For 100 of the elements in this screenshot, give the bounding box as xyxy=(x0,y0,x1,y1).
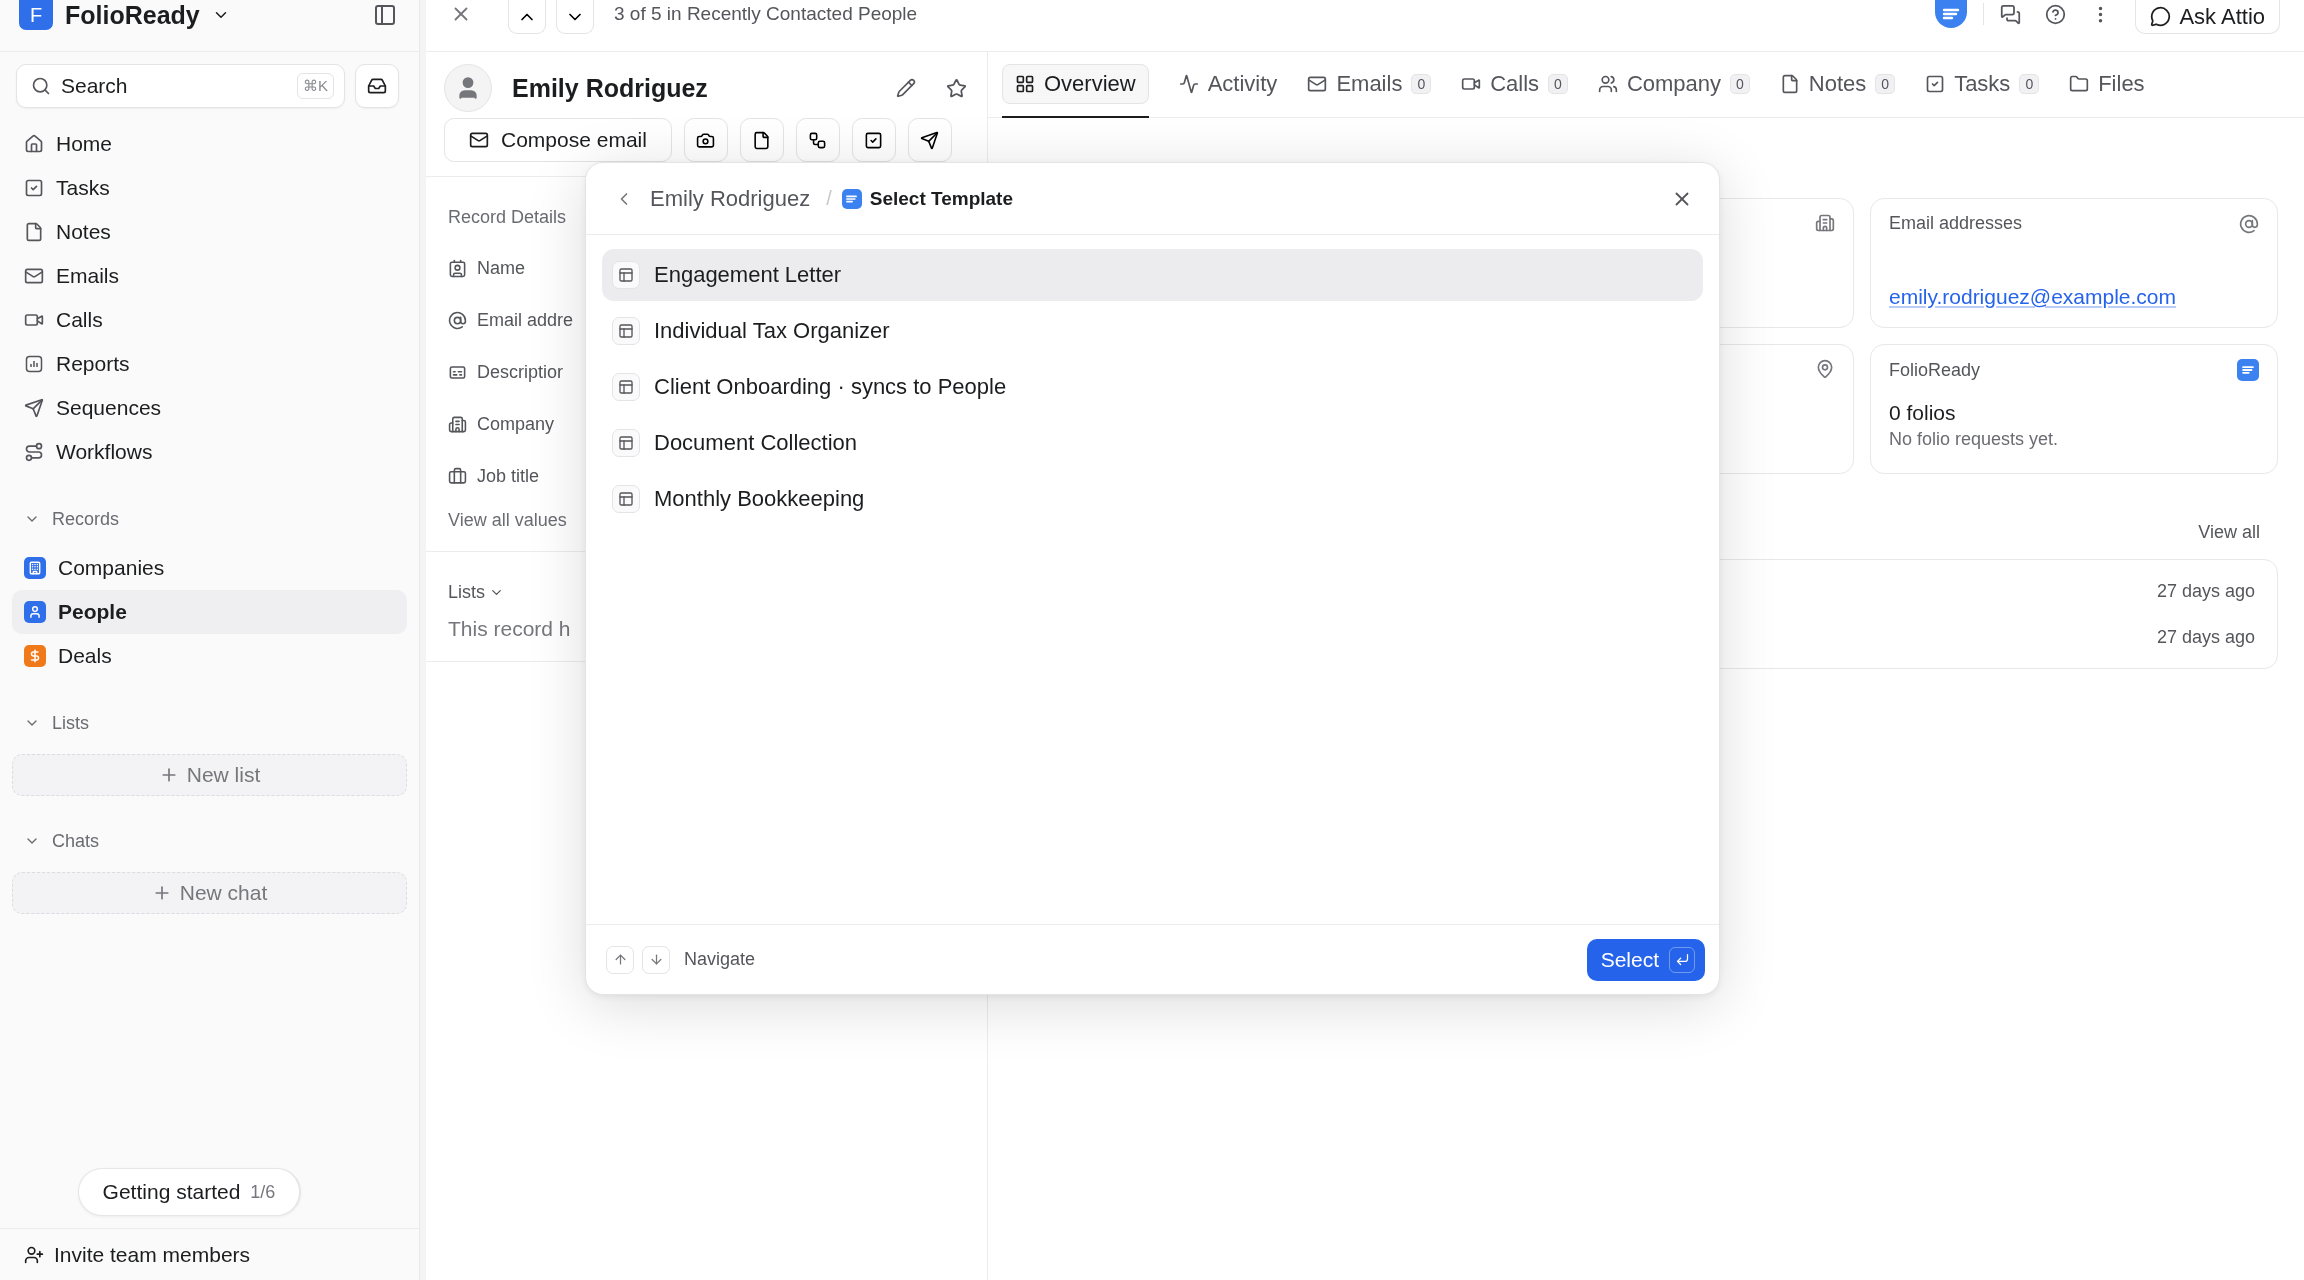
field-label: Job title xyxy=(477,465,540,487)
count-badge: 0 xyxy=(1730,73,1750,94)
invite-link[interactable]: Invite team members xyxy=(54,1242,251,1267)
folio-count: 0 folios xyxy=(1889,401,1957,425)
app-logo-icon[interactable] xyxy=(1935,0,1968,28)
nav-item[interactable]: Workflows xyxy=(12,430,407,474)
record-position: 3 of 5 in Recently Contacted People xyxy=(614,2,918,26)
select-button[interactable]: Select xyxy=(1586,938,1705,981)
at-sign-icon xyxy=(2239,213,2259,234)
nav-item[interactable]: Deals xyxy=(12,634,407,678)
search-placeholder: Search xyxy=(61,74,129,98)
camera-button[interactable] xyxy=(683,118,728,162)
checkbox-icon xyxy=(24,178,44,198)
nav-item[interactable]: Calls xyxy=(12,298,407,342)
getting-started-button[interactable]: Getting started 1/6 xyxy=(77,1168,302,1216)
template-option[interactable]: Engagement Letter xyxy=(602,249,1703,301)
briefcase-icon xyxy=(448,466,467,486)
field-label: Name xyxy=(477,257,525,279)
workflow-button[interactable] xyxy=(795,118,840,162)
arrow-down-icon xyxy=(642,945,670,974)
tab[interactable]: Activity xyxy=(1178,51,1278,118)
send-button[interactable] xyxy=(907,118,952,162)
inbox-button[interactable] xyxy=(355,64,399,108)
note-button[interactable] xyxy=(739,118,784,162)
help-icon[interactable] xyxy=(2045,3,2067,25)
template-icon xyxy=(612,429,640,457)
field-label: Descriptior xyxy=(477,361,564,383)
nav-item[interactable]: Tasks xyxy=(12,166,407,210)
view-all-link[interactable]: View all xyxy=(2198,522,2260,543)
count-badge: 0 xyxy=(1548,73,1568,94)
sidebar-toggle-icon[interactable] xyxy=(373,3,397,27)
count-badge: 0 xyxy=(1875,73,1896,94)
breadcrumb-separator: / xyxy=(826,187,832,210)
task-button[interactable] xyxy=(851,118,896,162)
folder-icon xyxy=(2069,73,2090,94)
chat-icon[interactable] xyxy=(2000,3,2022,25)
tab[interactable]: Tasks 0 xyxy=(1925,51,2040,118)
activity-time: 27 days ago xyxy=(2156,626,2255,648)
dialog-title: Select Template xyxy=(869,187,1013,210)
checkbox-icon xyxy=(1925,73,1946,94)
shortcut-hint: ⌘K xyxy=(297,73,334,99)
template-icon xyxy=(612,317,640,345)
nav-item[interactable]: Notes xyxy=(12,210,407,254)
tab[interactable]: Files xyxy=(2069,51,2145,118)
tab[interactable]: Company 0 xyxy=(1597,51,1750,118)
nav-item[interactable]: Emails xyxy=(12,254,407,298)
pencil-icon[interactable] xyxy=(896,78,916,98)
section-title[interactable]: Chats xyxy=(52,830,100,852)
building-icon xyxy=(448,414,467,434)
section-title[interactable]: Lists xyxy=(52,712,89,734)
app-logo-icon xyxy=(2237,359,2259,381)
pin-icon xyxy=(1815,359,1835,379)
home-icon xyxy=(24,134,44,154)
inbox-icon xyxy=(367,76,387,96)
tab[interactable]: Emails 0 xyxy=(1307,51,1432,118)
tab[interactable]: Calls 0 xyxy=(1461,51,1568,118)
mail-icon xyxy=(24,266,44,286)
file-icon xyxy=(752,130,772,150)
pulse-icon xyxy=(1178,73,1199,94)
new-chat-button[interactable]: New chat xyxy=(12,872,407,914)
workflow-icon xyxy=(808,130,828,150)
template-icon xyxy=(612,485,640,513)
nav-item[interactable]: Home xyxy=(12,122,407,166)
keyboard-hint: Navigate xyxy=(684,949,757,970)
workspace-name[interactable]: FolioReady xyxy=(65,0,200,30)
chart-icon xyxy=(24,354,44,374)
nav-item[interactable]: Reports xyxy=(12,342,407,386)
camera-icon xyxy=(696,130,716,150)
building-icon xyxy=(1815,213,1835,233)
field-label: Company xyxy=(477,413,555,435)
nav-item[interactable]: People xyxy=(12,590,407,634)
search-field[interactable]: Search ⌘K xyxy=(16,64,345,108)
count-badge: 0 xyxy=(1411,73,1432,94)
search-icon xyxy=(31,76,51,96)
tab[interactable]: Notes 0 xyxy=(1779,51,1896,118)
workflow-icon xyxy=(24,442,44,462)
nav-item[interactable]: Companies xyxy=(12,546,407,590)
section-title: Record Details xyxy=(448,207,568,228)
return-key-icon xyxy=(1669,946,1695,973)
checkbox-icon xyxy=(864,130,884,150)
compose-email-button[interactable]: Compose email xyxy=(444,118,672,162)
email-link[interactable]: emily.rodriguez@example.com xyxy=(1889,285,2259,309)
grid-icon xyxy=(1015,73,1035,94)
nav-item[interactable]: Sequences xyxy=(12,386,407,430)
section-title[interactable]: Lists xyxy=(448,582,485,603)
workspace-logo[interactable]: F xyxy=(19,0,53,30)
ask-button[interactable]: Ask Attio xyxy=(2135,0,2280,34)
new-list-button[interactable]: New list xyxy=(12,754,407,796)
add-user-icon[interactable] xyxy=(24,1244,44,1265)
activity-time: 27 days ago xyxy=(2156,580,2255,602)
id-card-icon xyxy=(448,258,467,278)
breadcrumb-link[interactable]: Emily Rodriguez xyxy=(650,185,811,212)
arrow-up-icon xyxy=(606,945,634,974)
empty-message: This record h xyxy=(448,617,572,641)
record-name: Emily Rodriguez xyxy=(512,73,709,103)
count-badge: 0 xyxy=(2019,73,2040,94)
file-icon xyxy=(24,222,44,242)
section-title[interactable]: Records xyxy=(52,508,120,530)
send-icon xyxy=(24,398,44,418)
star-icon[interactable] xyxy=(946,77,967,99)
